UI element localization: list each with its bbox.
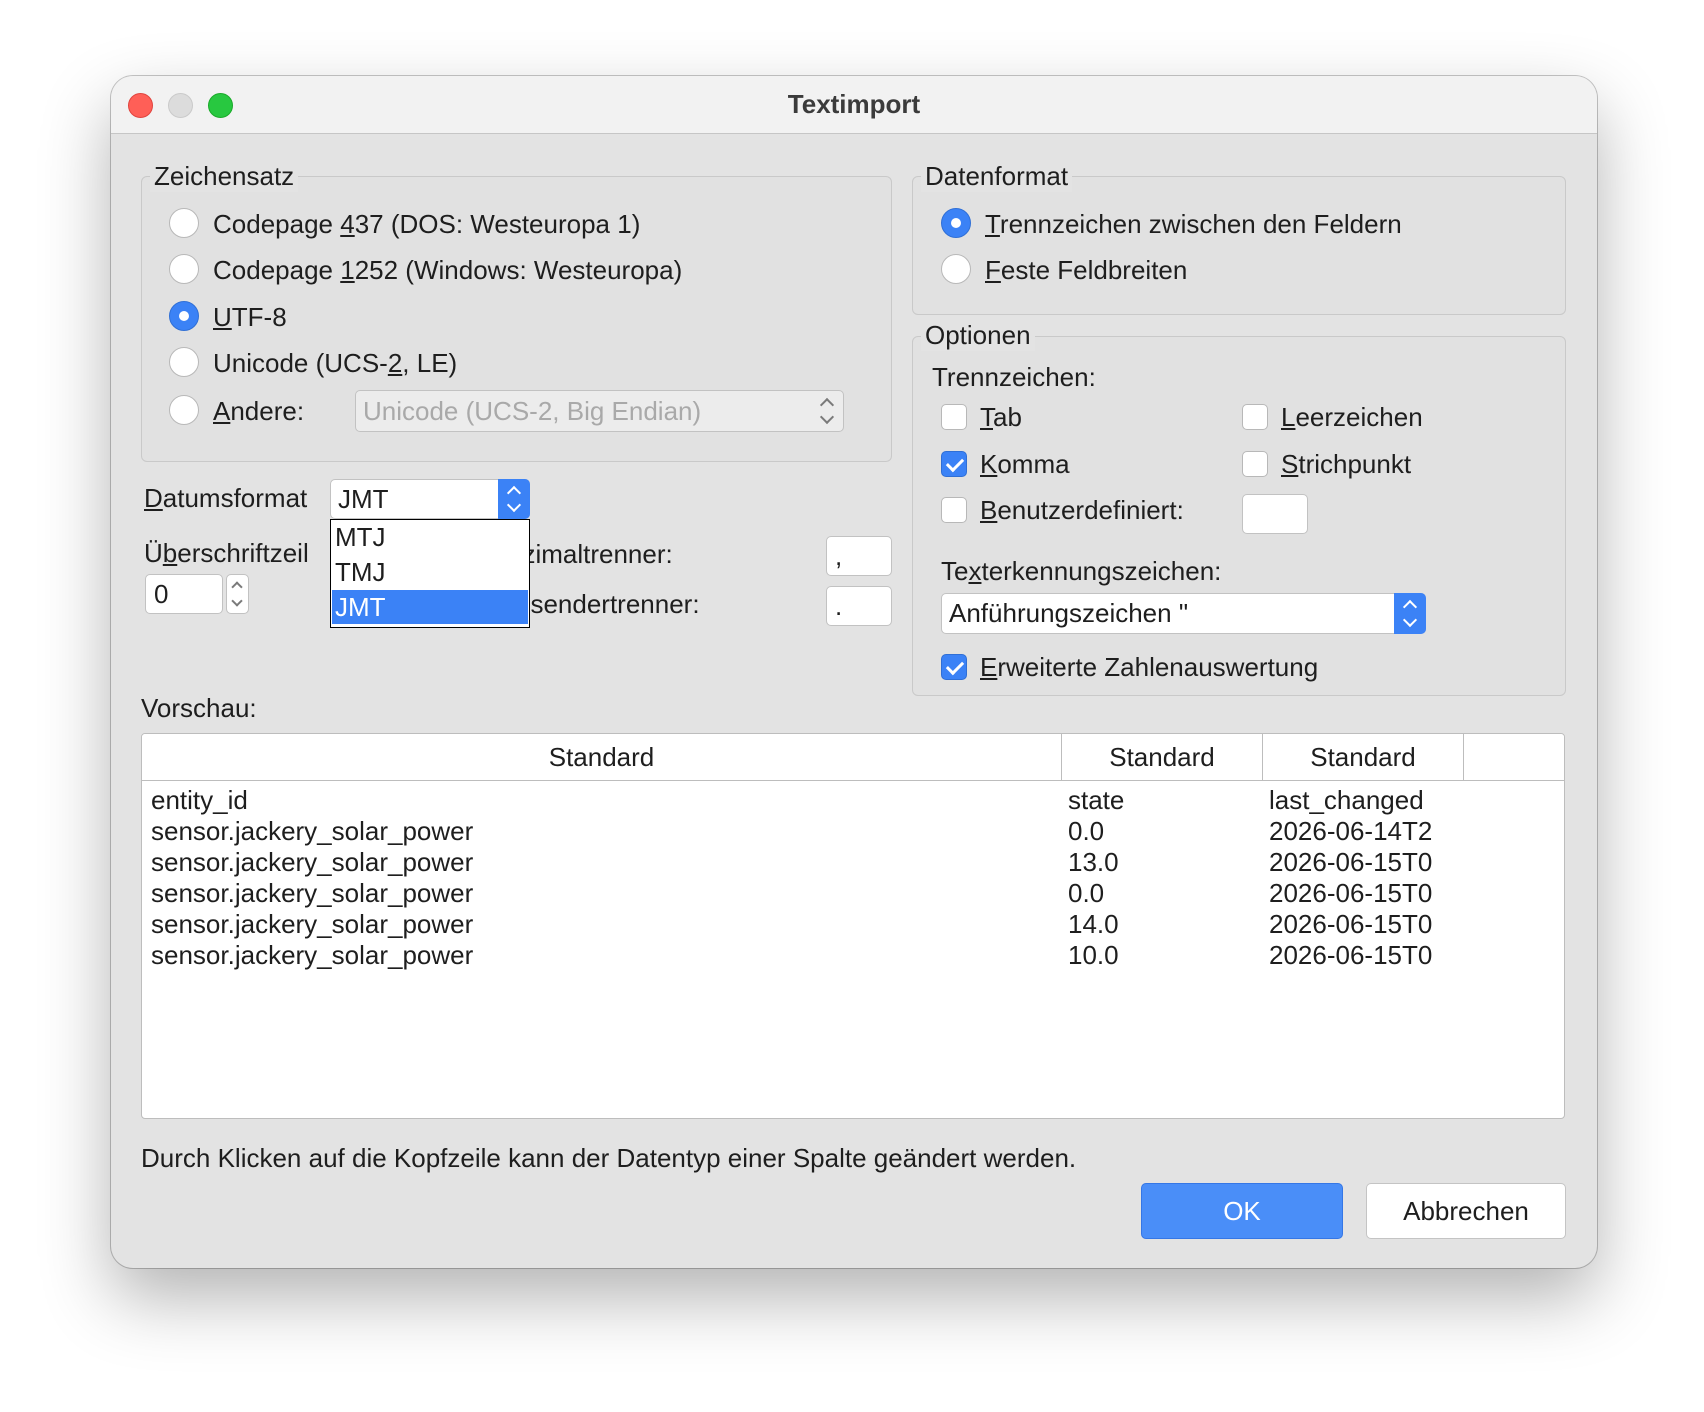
table-cell: 2026-06-14T2 [1269,816,1433,846]
date-format-value: JMT [338,484,389,514]
table-cell: 0.0 [1068,816,1105,846]
date-format-option-selected[interactable]: JMT [332,590,528,624]
table-cell: sensor.jackery_solar_power [151,909,474,939]
header-row-input[interactable]: 0 [145,574,223,614]
extended-number-eval-label[interactable]: Erweiterte Zahlenauswertung [980,651,1318,683]
table-cell: 2026-06-15T0 [1269,878,1433,908]
separator-tab-label[interactable]: Tab [980,401,1022,433]
text-qualifier-select[interactable]: Anführungszeichen " [941,593,1426,634]
separator-comma-label[interactable]: Komma [980,448,1070,480]
chevron-updown-icon [811,391,843,431]
separator-space-label[interactable]: Leerzeichen [1281,401,1423,433]
charset-radio-ucs2[interactable] [169,347,199,377]
preview-label: Vorschau: [141,693,257,723]
chevron-down-icon [230,595,243,607]
separator-semicolon-checkbox[interactable] [1242,451,1268,477]
text-qualifier-value: Anführungszeichen " [949,598,1189,628]
separator-custom-label[interactable]: Benutzerdefiniert: [980,494,1184,526]
date-format-label: Datumsformat [144,483,308,513]
date-format-select[interactable]: JMT [330,479,530,519]
ok-button[interactable]: OK [1141,1183,1343,1239]
data-format-legend: Datenformat [921,160,1073,192]
title-bar: Textimport [111,76,1597,134]
preview-column-header[interactable]: Standard [1062,734,1263,780]
table-cell: last_changed [1269,785,1424,815]
charset-legend: Zeichensatz [150,160,299,192]
charset-label-other[interactable]: Andere: [213,395,304,427]
table-cell: 0.0 [1068,878,1105,908]
data-format-label-fixed[interactable]: Feste Feldbreiten [985,254,1187,286]
charset-other-select[interactable]: Unicode (UCS-2, Big Endian) [355,390,844,432]
text-qualifier-label: Texterkennungszeichen: [941,556,1222,586]
date-format-dropdown: MTJ TMJ JMT [330,519,530,628]
preview-header: Standard Standard Standard [142,734,1564,781]
separators-label: Trennzeichen: [932,362,1096,392]
data-format-group [912,176,1566,315]
decimal-separator-input[interactable]: , [826,536,892,576]
separator-custom-checkbox[interactable] [941,497,967,523]
table-cell: sensor.jackery_solar_power [151,816,474,846]
table-cell: 2026-06-15T0 [1269,940,1433,970]
hint-text: Durch Klicken auf die Kopfzeile kann der… [141,1143,1077,1173]
options-legend: Optionen [921,319,1035,351]
data-format-label-delimited[interactable]: Trennzeichen zwischen den Feldern [985,208,1402,240]
charset-radio-other[interactable] [169,395,199,425]
thousands-separator-input[interactable]: . [826,586,892,626]
table-cell: 13.0 [1068,847,1119,877]
table-cell: 14.0 [1068,909,1119,939]
chevron-updown-icon [498,479,530,519]
charset-label-ucs2[interactable]: Unicode (UCS-2, LE) [213,347,457,379]
data-format-radio-fixed[interactable] [941,254,971,284]
table-cell: sensor.jackery_solar_power [151,847,474,877]
separator-semicolon-label[interactable]: Strichpunkt [1281,448,1411,480]
window-title: Textimport [787,89,921,119]
chevron-up-icon [230,581,243,593]
data-format-radio-delimited[interactable] [941,208,971,238]
cancel-button[interactable]: Abbrechen [1366,1183,1566,1239]
preview-column-header[interactable]: Standard [1263,734,1464,780]
table-cell: 10.0 [1068,940,1119,970]
table-cell: 2026-06-15T0 [1269,847,1433,877]
charset-label-utf8[interactable]: UTF-8 [213,301,287,333]
header-row-label: Überschriftzeil [144,538,309,568]
date-format-option[interactable]: TMJ [332,555,528,589]
chevron-updown-icon [1394,593,1426,634]
charset-radio-utf8[interactable] [169,301,199,331]
separator-comma-checkbox[interactable] [941,451,967,477]
charset-radio-cp437[interactable] [169,208,199,238]
separator-tab-checkbox[interactable] [941,404,967,430]
preview-table[interactable]: Standard Standard Standard entity_id sta… [141,733,1565,1119]
table-cell: state [1068,785,1125,815]
extended-number-eval-checkbox[interactable] [941,654,967,680]
separator-custom-input[interactable] [1242,494,1308,534]
header-row-stepper[interactable] [226,574,249,614]
table-cell: sensor.jackery_solar_power [151,940,474,970]
charset-label-cp437[interactable]: Codepage 437 (DOS: Westeuropa 1) [213,208,640,240]
table-cell: entity_id [151,785,248,815]
charset-radio-cp1252[interactable] [169,254,199,284]
charset-label-cp1252[interactable]: Codepage 1252 (Windows: Westeuropa) [213,254,682,286]
charset-other-value: Unicode (UCS-2, Big Endian) [363,396,702,426]
table-cell: sensor.jackery_solar_power [151,878,474,908]
separator-space-checkbox[interactable] [1242,404,1268,430]
date-format-option[interactable]: MTJ [332,520,528,554]
preview-column-header[interactable]: Standard [142,734,1062,780]
thousands-separator-label: usendertrenner: [516,589,700,619]
decimal-separator-label: ezimaltrenner: [508,539,673,569]
table-cell: 2026-06-15T0 [1269,909,1433,939]
